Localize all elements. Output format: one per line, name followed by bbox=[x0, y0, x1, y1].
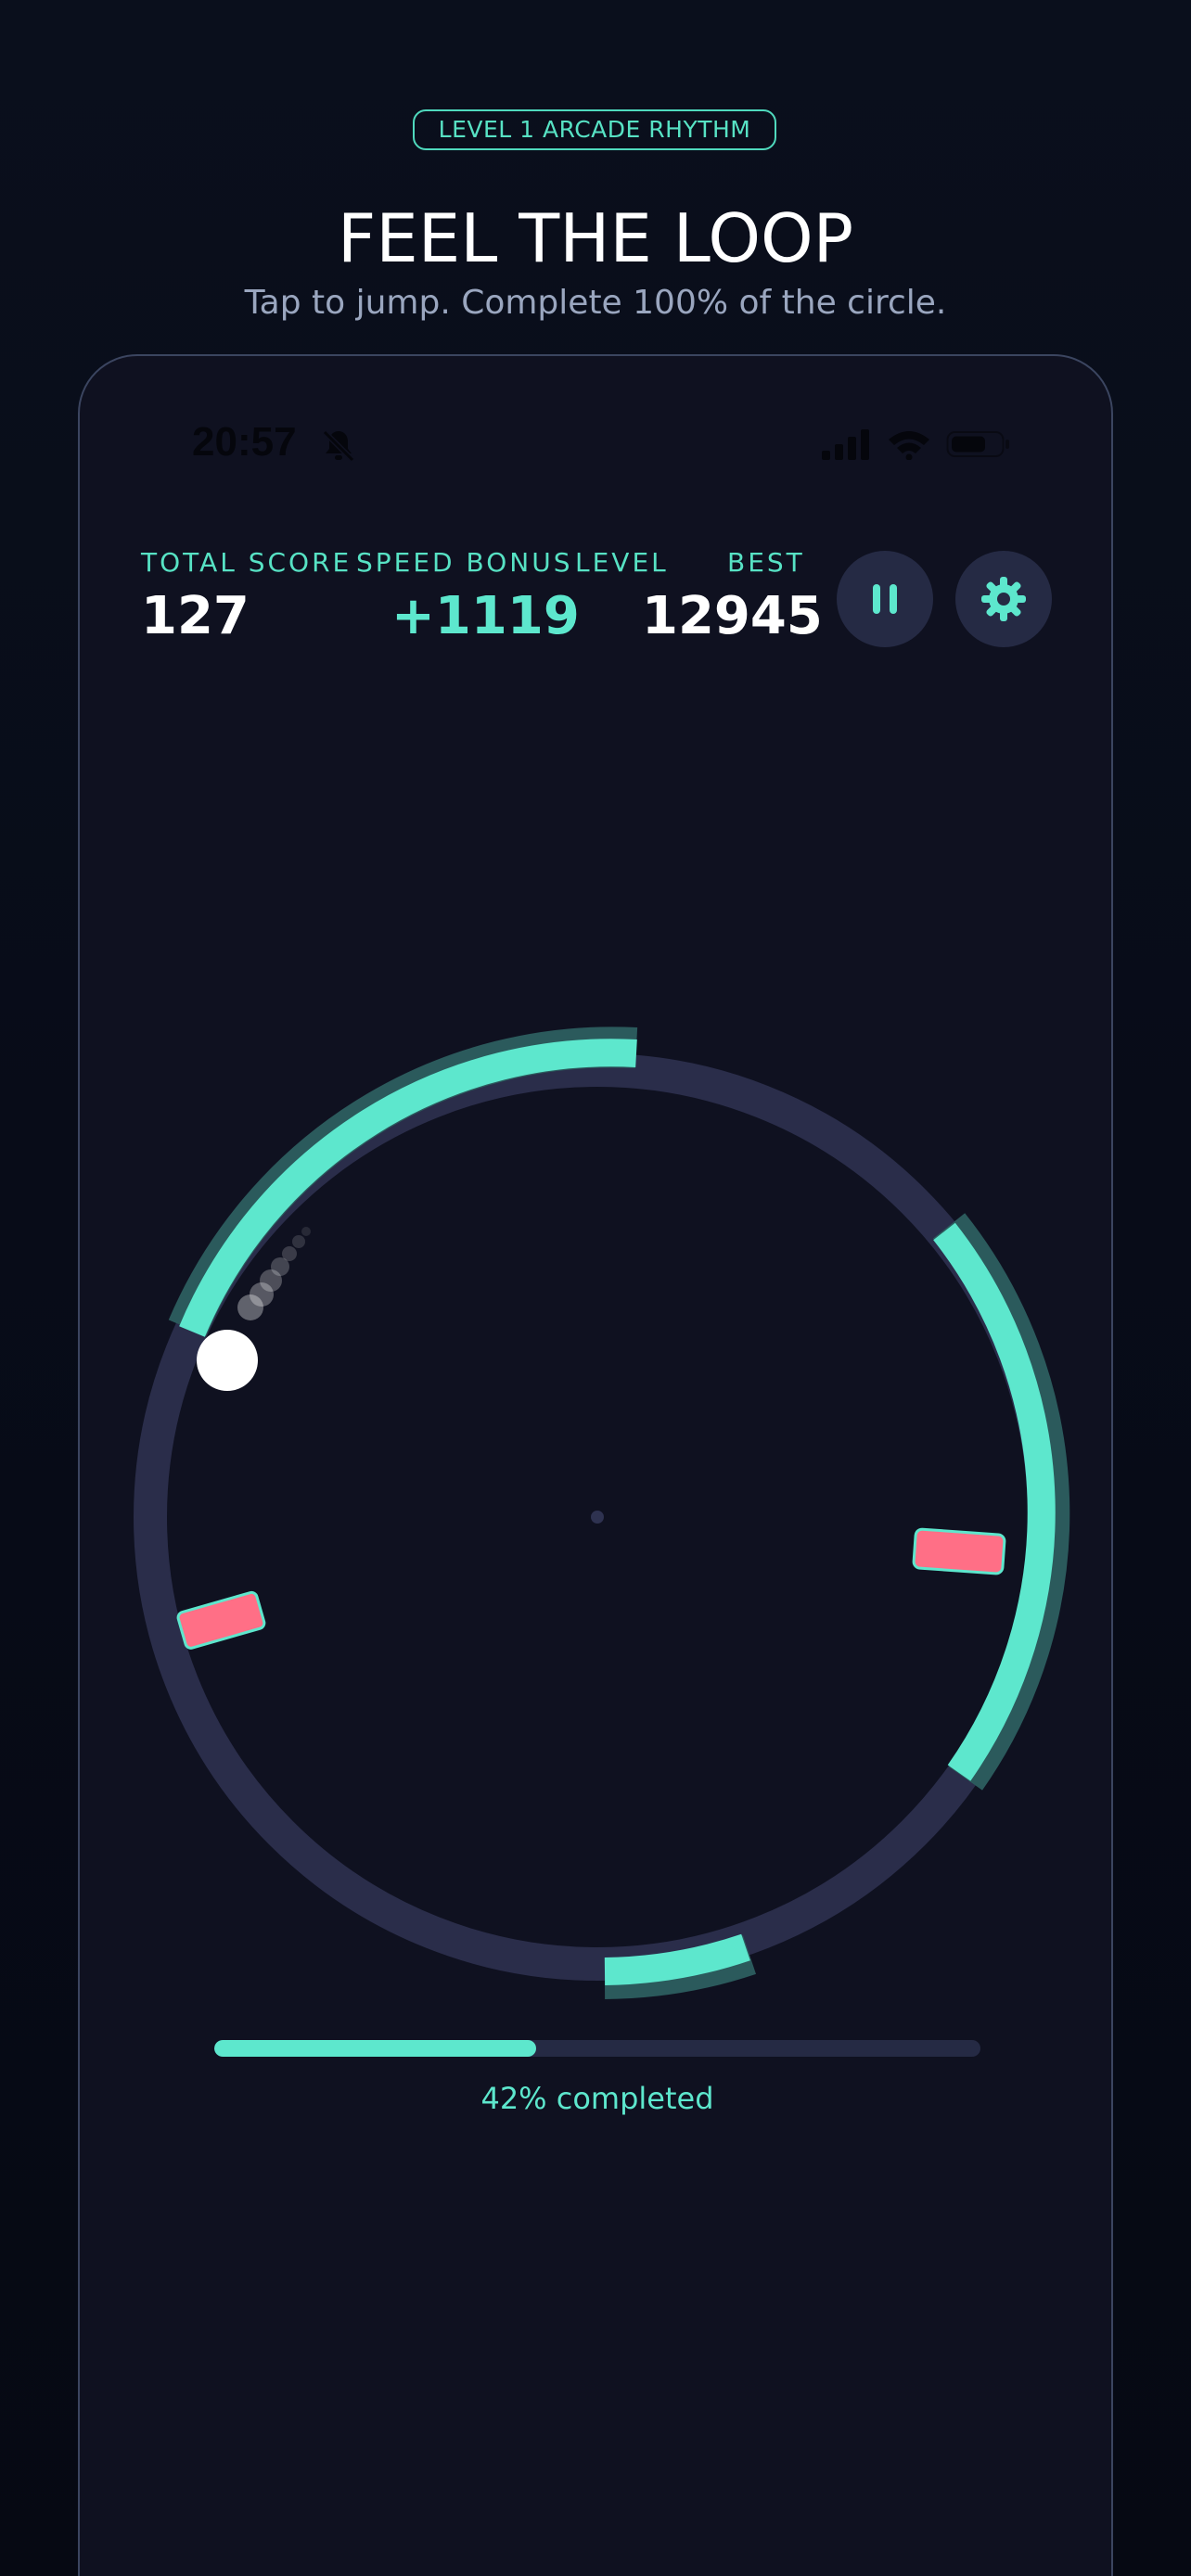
completed-segment-right bbox=[932, 1213, 1070, 1791]
phone-frame: 20:57 TOTAL SCORE 127 SPEED BONUS +1119 … bbox=[78, 354, 1113, 2576]
center-dot bbox=[591, 1511, 604, 1524]
progress-bar bbox=[214, 2040, 980, 2057]
obstacle-right bbox=[912, 1527, 1006, 1575]
progress-fill bbox=[214, 2040, 536, 2057]
game-board[interactable] bbox=[80, 356, 1113, 2576]
level-badge: LEVEL 1 ARCADE RHYTHM bbox=[413, 109, 776, 150]
page-subtitle: Tap to jump. Complete 100% of the circle… bbox=[244, 284, 947, 322]
obstacle-left bbox=[176, 1590, 266, 1650]
page-title: FEEL THE LOOP bbox=[337, 199, 854, 277]
player-ball bbox=[197, 1330, 258, 1391]
progress-label: 42% completed bbox=[480, 2081, 714, 2116]
